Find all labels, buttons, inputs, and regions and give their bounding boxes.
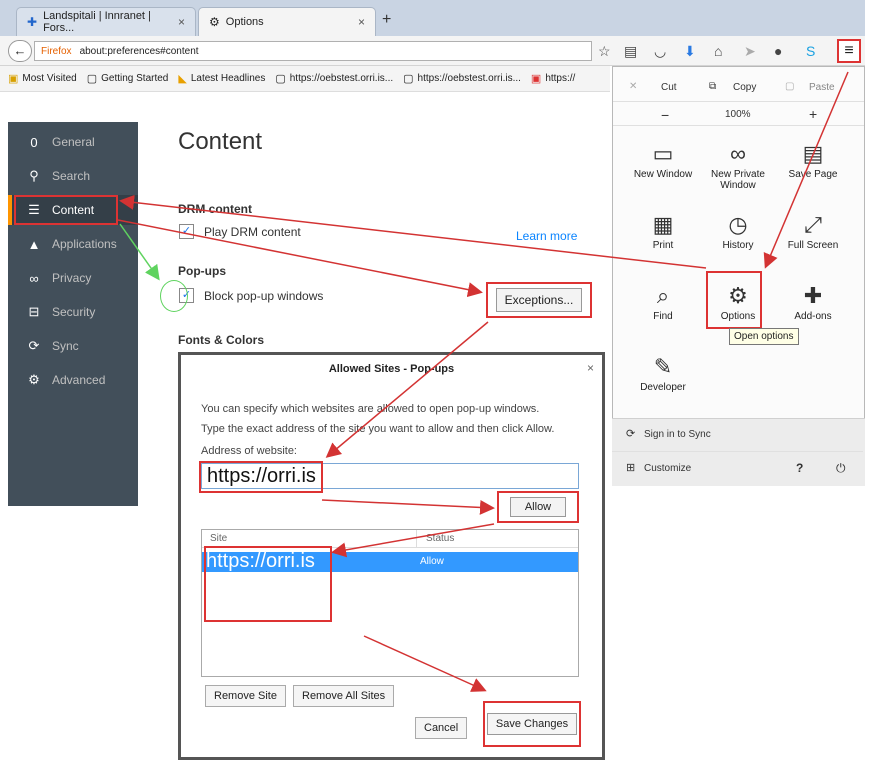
arrow-allow-to-site (331, 523, 495, 558)
arrow-content-to-checkbox (119, 223, 160, 281)
arrow-content-to-exceptions (117, 219, 483, 298)
arrow-site-to-save (363, 635, 487, 692)
arrow-options-to-content (119, 194, 707, 269)
annotation-arrows (117, 71, 849, 692)
arrow-address-to-allow (321, 499, 495, 515)
arrow-exceptions-to-address (325, 321, 489, 458)
arrow-menu-to-options (763, 71, 849, 269)
